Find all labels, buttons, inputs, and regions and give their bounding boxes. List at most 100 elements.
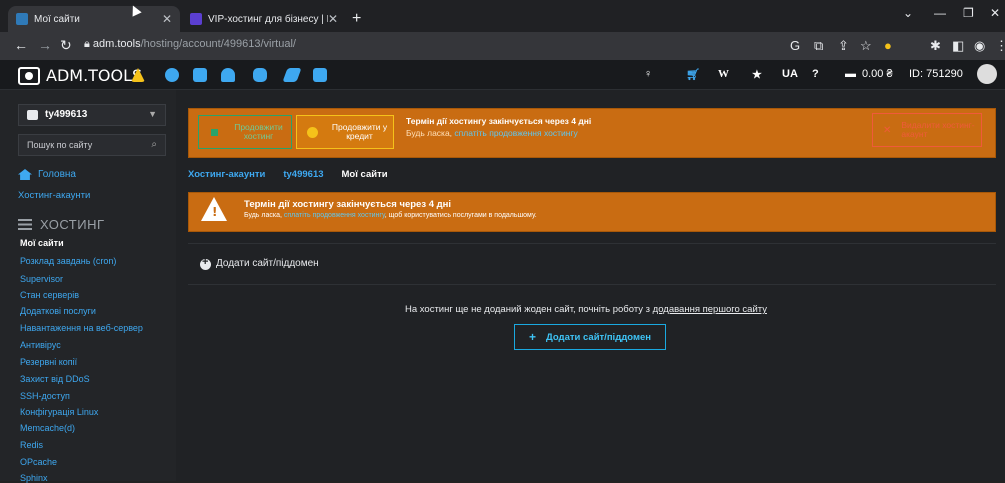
pay-renewal-link[interactable]: сплатіть продовження хостингу <box>454 128 577 138</box>
sidebar-item-label: Головна <box>38 169 76 180</box>
tab-title: VIP-хостинг для бізнесу | Бізнес <box>208 13 328 25</box>
screenshot-icon[interactable]: ⧉ <box>814 38 823 54</box>
database-icon[interactable] <box>313 68 327 82</box>
back-icon[interactable]: ← <box>14 37 28 53</box>
chevron-down-icon: ▼ <box>148 109 157 119</box>
sidebar-item[interactable]: OPcache <box>20 457 57 467</box>
sidebar-item[interactable]: Розклад завдань (cron) <box>20 256 116 266</box>
sidebar-item-home[interactable]: Головна <box>18 169 76 180</box>
cloud-icon[interactable] <box>221 68 235 82</box>
account-select[interactable]: ty499613 ▼ <box>18 104 166 126</box>
button-label: Продовжити хостинг <box>234 121 283 141</box>
avatar[interactable] <box>977 64 997 84</box>
wallet-icon: ▬ <box>845 68 856 80</box>
add-site-link[interactable]: Додати сайт/піддомен <box>216 258 319 269</box>
add-first-site-link[interactable]: додавання першого сайту <box>653 304 767 315</box>
button-label: Видалити хостинг-акаунт <box>901 119 975 139</box>
plus-icon: + <box>528 330 536 344</box>
warning-text-suffix: , щоб користуватись послугами в подальшо… <box>384 212 537 219</box>
tab-vip-hosting[interactable]: VIP-хостинг для бізнесу | Бізнес ✕ <box>182 6 346 32</box>
renew-on-credit-button[interactable]: Продовжити у кредит <box>296 115 394 149</box>
tab-title: Мої сайти <box>34 13 80 25</box>
list-icon <box>18 219 32 230</box>
warning-text: Будь ласка, сплатіть продовження хостинг… <box>244 212 537 219</box>
user-id[interactable]: ID: 751290 <box>909 68 963 80</box>
lock-icon <box>211 128 218 136</box>
reload-icon[interactable]: ↻ <box>60 37 72 54</box>
empty-state-text: На хостинг ще не доданий жоден сайт, поч… <box>405 304 767 315</box>
bookmark-star-icon[interactable]: ☆ <box>860 38 872 54</box>
storage-icon[interactable] <box>253 68 267 82</box>
sidebar-item[interactable]: Стан серверів <box>20 290 79 300</box>
renew-hosting-button[interactable]: Продовжити хостинг <box>198 115 292 149</box>
server-icon[interactable] <box>193 68 207 82</box>
account-icon <box>27 110 38 120</box>
tab-my-sites[interactable]: Мої сайти ✕ <box>8 6 180 32</box>
cart-icon[interactable]: 🛒︎ <box>686 68 700 81</box>
logo[interactable]: ADM.TOOLS <box>18 66 142 85</box>
url-field[interactable]: 🔒︎ adm.tools/hosting/account/499613/virt… <box>84 38 296 51</box>
delete-hosting-account-button[interactable]: ✕ Видалити хостинг-акаунт <box>872 113 982 147</box>
wordpress-icon[interactable]: W <box>718 68 729 80</box>
sidebar-item[interactable]: Навантаження на веб-сервер <box>20 323 143 333</box>
site-favicon-icon <box>16 13 28 25</box>
sidebar-item[interactable]: Мої сайти <box>20 238 64 248</box>
new-tab-button[interactable]: + <box>352 10 361 28</box>
profile-icon[interactable]: ◉ <box>974 38 985 54</box>
extension-icon[interactable]: ● <box>884 38 892 53</box>
site-search-input[interactable]: Пошук по сайту ⌕ <box>18 134 166 156</box>
account-name: ty499613 <box>45 109 88 120</box>
google-icon[interactable]: G <box>790 38 800 53</box>
sidebar-item[interactable]: Антивірус <box>20 340 61 350</box>
plus-circle-icon[interactable] <box>200 256 211 270</box>
menu-dots-icon[interactable]: ⋮ <box>995 38 1005 54</box>
app-header: ADM.TOOLS ♀ 🛒︎ W ★ UA ? ▬ 0.00 ₴ ID: 751… <box>0 60 1005 90</box>
close-tab-icon[interactable]: ✕ <box>328 12 338 26</box>
add-site-button[interactable]: + Додати сайт/піддомен <box>514 324 666 350</box>
close-tab-icon[interactable]: ✕ <box>162 12 172 26</box>
minimize-button[interactable]: — <box>934 6 946 20</box>
chevron-down-icon[interactable]: ⌄ <box>903 6 913 20</box>
sidebar-item[interactable]: Додаткові послуги <box>20 306 96 316</box>
sidebar-item[interactable]: SSH-доступ <box>20 391 70 401</box>
button-label: Продовжити у кредит <box>331 121 388 141</box>
sidebar-item[interactable]: Sphinx <box>20 473 48 483</box>
home-icon <box>18 169 32 180</box>
breadcrumb-account[interactable]: ty499613 <box>283 169 323 180</box>
sidebar-item[interactable]: Резервні копії <box>20 357 77 367</box>
bulb-icon[interactable]: ♀ <box>644 68 652 80</box>
star-icon[interactable]: ★ <box>752 68 762 81</box>
banner-text-prefix: Будь ласка, <box>406 128 455 138</box>
sidepanel-icon[interactable]: ◧ <box>952 38 964 54</box>
sidebar-item[interactable]: Захист від DDoS <box>20 374 90 384</box>
sidebar-item-hosting-accounts[interactable]: Хостинг-акаунти <box>18 190 90 201</box>
close-icon: ✕ <box>883 124 892 136</box>
pay-renewal-link[interactable]: сплатіть продовження хостингу <box>284 212 385 219</box>
sidebar-item[interactable]: Redis <box>20 440 43 450</box>
browser-tab-bar: Мої сайти ✕ VIP-хостинг для бізнесу | Бі… <box>0 0 1005 32</box>
help-icon[interactable]: ? <box>812 68 819 80</box>
close-window-button[interactable]: ✕ <box>990 6 1000 20</box>
rocket-icon[interactable] <box>282 68 302 82</box>
forward-icon[interactable]: → <box>38 37 52 53</box>
breadcrumb-hosting-accounts[interactable]: Хостинг-акаунти <box>188 169 265 180</box>
logo-text: ADM.TOOLS <box>46 66 143 85</box>
search-icon: ⌕ <box>151 139 157 150</box>
extensions-puzzle-icon[interactable]: ✱ <box>930 38 941 54</box>
empty-state-prefix: На хостинг ще не доданий жоден сайт, поч… <box>405 304 653 315</box>
clock-icon <box>307 126 318 138</box>
sidebar-item[interactable]: Конфігурація Linux <box>20 407 98 417</box>
sidebar-item[interactable]: Supervisor <box>20 274 63 284</box>
warning-text-prefix: Будь ласка, <box>244 212 284 219</box>
url-path: /hosting/account/499613/virtual/ <box>140 38 296 50</box>
sidebar-section-hosting: ХОСТИНГ <box>18 217 105 232</box>
sidebar-item[interactable]: Memcache(d) <box>20 423 75 433</box>
logo-icon <box>18 66 40 85</box>
language-switch[interactable]: UA <box>782 68 798 80</box>
globe-icon[interactable] <box>165 68 179 82</box>
section-title: ХОСТИНГ <box>40 217 105 232</box>
banner-title: Термін дії хостингу закінчується через 4… <box>406 116 592 126</box>
maximize-button[interactable]: ❐ <box>963 6 974 20</box>
balance[interactable]: 0.00 ₴ <box>862 68 893 80</box>
share-icon[interactable]: ⇪ <box>838 38 849 54</box>
